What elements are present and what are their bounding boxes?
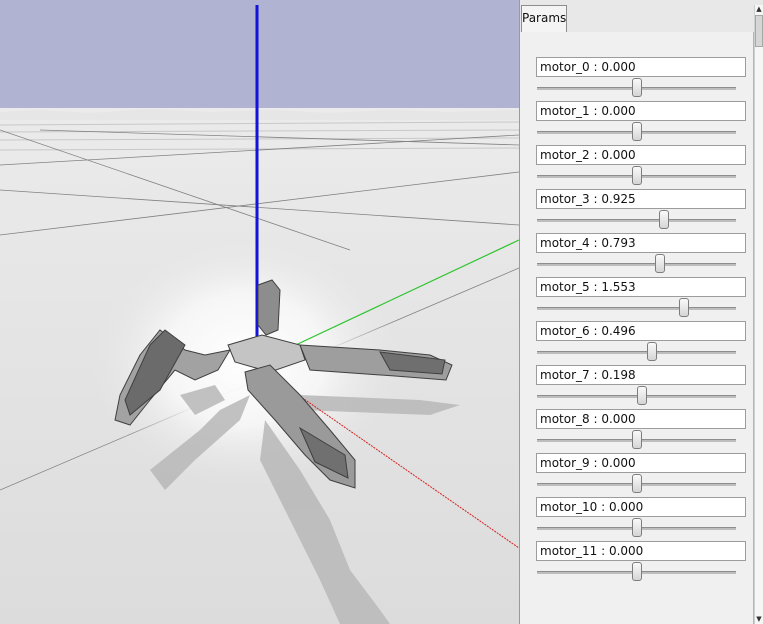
param-row: motor_10 : 0.000	[536, 497, 746, 537]
param-slider[interactable]	[537, 77, 736, 99]
param-slider[interactable]	[537, 297, 736, 319]
slider-handle[interactable]	[655, 254, 666, 273]
param-value-field[interactable]: motor_7 : 0.198	[536, 365, 746, 385]
slider-track[interactable]	[537, 263, 736, 266]
param-row: motor_4 : 0.793	[536, 233, 746, 273]
param-slider[interactable]	[537, 385, 736, 407]
param-value-field[interactable]: motor_1 : 0.000	[536, 101, 746, 121]
tab-bar: Params	[520, 5, 754, 33]
tab-params[interactable]: Params	[521, 5, 567, 32]
param-value-field[interactable]: motor_5 : 1.553	[536, 277, 746, 297]
param-row: motor_5 : 1.553	[536, 277, 746, 317]
param-row: motor_3 : 0.925	[536, 189, 746, 229]
slider-track[interactable]	[537, 219, 736, 222]
param-value-field[interactable]: motor_6 : 0.496	[536, 321, 746, 341]
slider-handle[interactable]	[659, 210, 670, 229]
slider-handle[interactable]	[631, 166, 642, 185]
scroll-down-icon[interactable]: ▼	[755, 615, 763, 624]
params-panel: Params motor_0 : 0.000 motor_1 : 0.000 mot…	[519, 0, 763, 624]
param-value-field[interactable]: motor_2 : 0.000	[536, 145, 746, 165]
param-slider[interactable]	[537, 429, 736, 451]
param-row: motor_1 : 0.000	[536, 101, 746, 141]
sky	[0, 0, 519, 112]
slider-handle[interactable]	[631, 430, 642, 449]
slider-handle[interactable]	[631, 78, 642, 97]
param-slider[interactable]	[537, 341, 736, 363]
params-scrollbar[interactable]: ▲ ▼	[754, 5, 763, 624]
scene-canvas[interactable]	[0, 0, 519, 624]
slider-handle[interactable]	[631, 562, 642, 581]
slider-handle[interactable]	[631, 122, 642, 141]
slider-handle[interactable]	[631, 474, 642, 493]
robot-leg-back	[257, 279, 281, 336]
3d-viewport[interactable]	[0, 0, 519, 624]
scrollbar-thumb[interactable]	[755, 15, 763, 47]
slider-handle[interactable]	[631, 518, 642, 537]
param-row: motor_9 : 0.000	[536, 453, 746, 493]
param-slider[interactable]	[537, 517, 736, 539]
param-row: motor_7 : 0.198	[536, 365, 746, 405]
slider-track[interactable]	[537, 351, 736, 354]
params-tab-pane: motor_0 : 0.000 motor_1 : 0.000 motor_2 : …	[520, 32, 754, 624]
slider-track[interactable]	[537, 307, 736, 310]
param-value-field[interactable]: motor_11 : 0.000	[536, 541, 746, 561]
slider-handle[interactable]	[637, 386, 648, 405]
slider-handle[interactable]	[647, 342, 658, 361]
param-value-field[interactable]: motor_4 : 0.793	[536, 233, 746, 253]
slider-handle[interactable]	[679, 298, 690, 317]
param-slider[interactable]	[537, 253, 736, 275]
param-slider[interactable]	[537, 165, 736, 187]
param-slider[interactable]	[537, 561, 736, 583]
param-value-field[interactable]: motor_10 : 0.000	[536, 497, 746, 517]
param-value-field[interactable]: motor_8 : 0.000	[536, 409, 746, 429]
param-row: motor_0 : 0.000	[536, 57, 746, 97]
param-slider[interactable]	[537, 121, 736, 143]
param-row: motor_11 : 0.000	[536, 541, 746, 581]
scroll-up-icon[interactable]: ▲	[755, 5, 763, 14]
param-value-field[interactable]: motor_9 : 0.000	[536, 453, 746, 473]
param-value-field[interactable]: motor_3 : 0.925	[536, 189, 746, 209]
param-row: motor_2 : 0.000	[536, 145, 746, 185]
param-row: motor_8 : 0.000	[536, 409, 746, 449]
param-slider[interactable]	[537, 209, 736, 231]
param-value-field[interactable]: motor_0 : 0.000	[536, 57, 746, 77]
param-slider[interactable]	[537, 473, 736, 495]
param-row: motor_6 : 0.496	[536, 321, 746, 361]
